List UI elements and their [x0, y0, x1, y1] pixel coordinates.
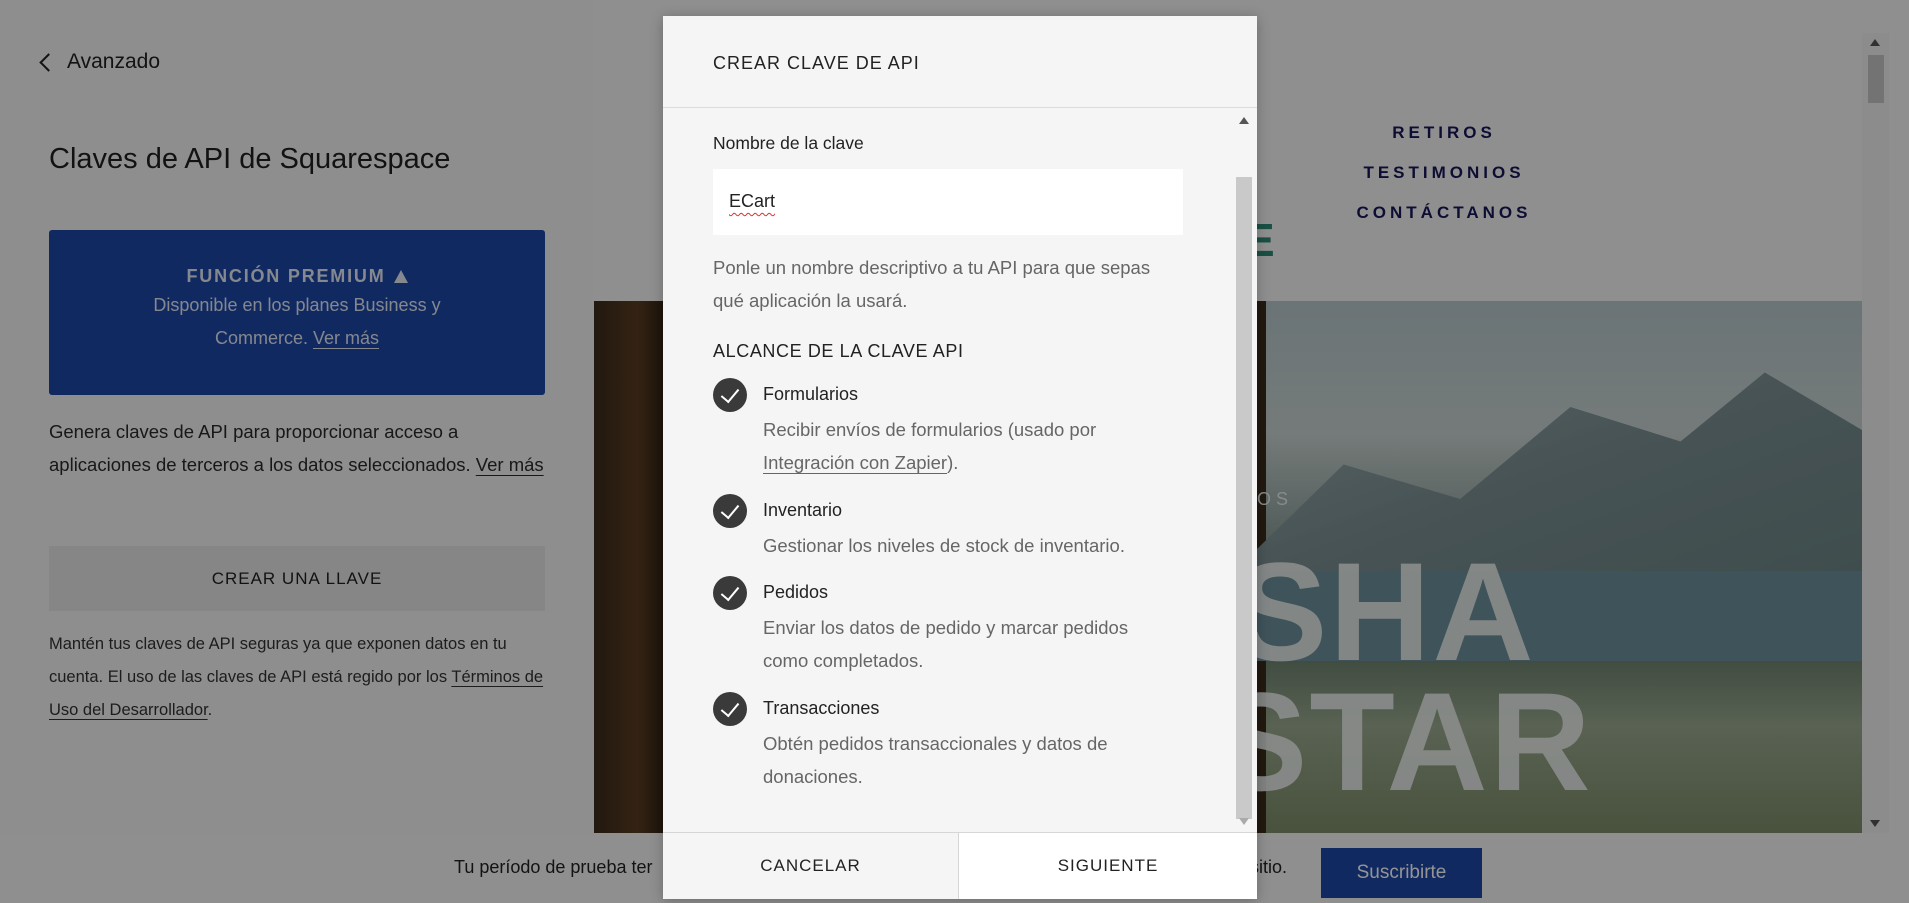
- scope-item-transacciones[interactable]: Transacciones Obtén pedidos transacciona…: [713, 692, 1183, 787]
- scope-description: Gestionar los niveles de stock de invent…: [763, 535, 1125, 556]
- scope-name: Transacciones: [763, 698, 880, 718]
- checkmark-icon[interactable]: [713, 576, 747, 610]
- key-name-label: Nombre de la clave: [713, 133, 864, 153]
- key-name-input[interactable]: [713, 169, 1183, 235]
- scope-item-formularios[interactable]: Formularios Recibir envíos de formulario…: [713, 378, 1183, 473]
- next-button[interactable]: SIGUIENTE: [959, 833, 1257, 899]
- dialog-scrollbar[interactable]: [1234, 109, 1254, 832]
- scope-section-title: ALCANCE DE LA CLAVE API: [713, 341, 964, 361]
- create-api-key-dialog: CREAR CLAVE DE API Nombre de la clave EC…: [663, 16, 1257, 899]
- scope-item-inventario[interactable]: Inventario Gestionar los niveles de stoc…: [713, 494, 1183, 556]
- dialog-footer: CANCELAR SIGUIENTE: [663, 832, 1257, 899]
- scope-description-text: Recibir envíos de formularios (usado por: [763, 419, 1097, 440]
- scroll-up-icon[interactable]: [1239, 117, 1249, 124]
- checkmark-icon[interactable]: [713, 692, 747, 726]
- zapier-integration-link[interactable]: Integración con Zapier: [763, 452, 947, 473]
- key-name-help: Ponle un nombre descriptivo a tu API par…: [713, 257, 1151, 311]
- scope-item-pedidos[interactable]: Pedidos Enviar los datos de pedido y mar…: [713, 576, 1183, 671]
- cancel-button[interactable]: CANCELAR: [663, 833, 959, 899]
- scope-description: Obtén pedidos transaccionales y datos de…: [763, 733, 1108, 787]
- dialog-body: Nombre de la clave ECart Ponle un nombre…: [663, 109, 1257, 832]
- scope-description: Recibir envíos de formularios (usado por…: [763, 413, 1163, 479]
- dialog-title: CREAR CLAVE DE API: [713, 53, 920, 73]
- scope-name: Formularios: [763, 384, 859, 404]
- checkmark-icon[interactable]: [713, 494, 747, 528]
- scroll-thumb[interactable]: [1236, 177, 1252, 819]
- scope-name: Pedidos: [763, 582, 829, 602]
- scroll-down-icon[interactable]: [1239, 818, 1249, 825]
- key-name-value: ECart: [729, 191, 776, 211]
- scope-description-end: ).: [947, 452, 959, 473]
- dialog-header: CREAR CLAVE DE API: [663, 16, 1257, 108]
- scope-name: Inventario: [763, 500, 843, 520]
- checkmark-icon[interactable]: [713, 378, 747, 412]
- scope-description: Enviar los datos de pedido y marcar pedi…: [763, 617, 1129, 671]
